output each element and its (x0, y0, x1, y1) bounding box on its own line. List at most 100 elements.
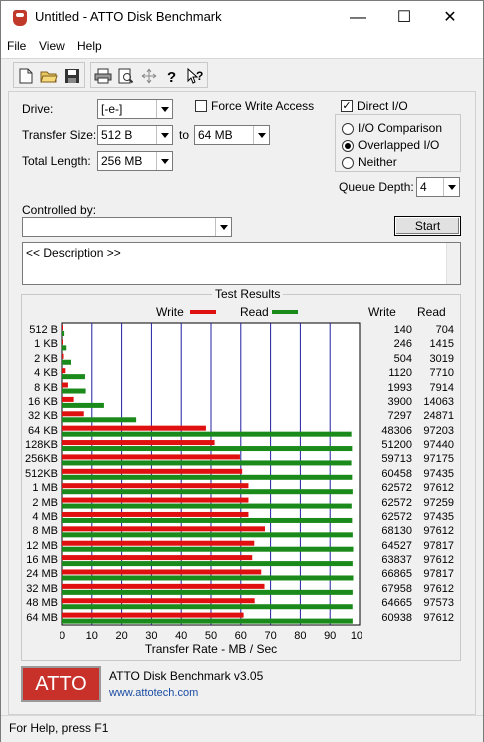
x-tick-label: 90 (324, 630, 336, 642)
read-bar (62, 359, 71, 365)
write-bar (62, 483, 249, 489)
direct-io-label: Direct I/O (357, 99, 408, 113)
status-text: For Help, press F1 (9, 721, 109, 735)
write-bar (62, 382, 68, 388)
read-value: 7710 (429, 367, 454, 380)
x-tick-label: 10 (86, 630, 98, 642)
row-label: 16 KB (28, 395, 58, 408)
transfer-size-to-select[interactable]: 64 MB (194, 125, 270, 145)
read-value: 3019 (429, 352, 454, 365)
description-box[interactable]: << Description >> (22, 242, 461, 285)
new-file-icon[interactable] (15, 65, 37, 86)
help-icon[interactable]: ? (161, 65, 183, 86)
write-bar (62, 612, 244, 618)
read-bar (62, 460, 352, 466)
read-bar (62, 402, 104, 408)
io-comparison-radio[interactable] (342, 123, 354, 135)
menu-help[interactable]: Help (77, 39, 102, 53)
status-bar: For Help, press F1 (1, 715, 483, 742)
product-version: ATTO Disk Benchmark v3.05 (109, 669, 264, 683)
read-bar (62, 589, 353, 595)
title-bar: Untitled - ATTO Disk Benchmark — ☐ ✕ (1, 1, 483, 34)
row-label: 12 MB (26, 539, 58, 552)
write-bar (62, 454, 240, 460)
force-write-checkbox[interactable] (195, 100, 207, 112)
write-bar (62, 353, 64, 359)
read-value: 97573 (423, 597, 454, 610)
transfer-size-label: Transfer Size: (22, 128, 97, 142)
row-label: 64 KB (28, 424, 58, 437)
drive-select[interactable]: [-e-] (97, 99, 173, 119)
menu-view[interactable]: View (39, 39, 65, 53)
overlapped-io-label: Overlapped I/O (358, 138, 440, 152)
io-comparison-label: I/O Comparison (358, 121, 443, 135)
open-folder-icon[interactable] (38, 65, 60, 86)
controlled-by-select[interactable] (22, 217, 232, 237)
row-label: 2 MB (32, 496, 58, 509)
neither-radio[interactable] (342, 157, 354, 169)
to-label: to (179, 128, 190, 142)
results-title: Test Results (212, 287, 284, 301)
read-bar (62, 446, 353, 452)
row-label: 32 KB (28, 410, 58, 423)
read-bar (62, 604, 353, 610)
direct-io-checkbox[interactable]: ✓ (341, 100, 353, 112)
read-bar (62, 431, 352, 437)
read-bar (62, 517, 353, 523)
write-legend-swatch (190, 310, 216, 314)
total-length-select[interactable]: 256 MB (97, 151, 173, 171)
maximize-button[interactable]: ☐ (381, 1, 427, 34)
read-bar (62, 546, 354, 552)
read-value: 1415 (429, 338, 454, 351)
chevron-down-icon (156, 100, 172, 118)
read-value: 97612 (423, 482, 454, 495)
write-bar (62, 368, 66, 374)
x-tick-label: 60 (235, 630, 247, 642)
print-preview-icon[interactable] (115, 65, 137, 86)
toolbar-file-group (13, 62, 85, 88)
print-icon[interactable] (92, 65, 114, 86)
toolbar-tools-group: ? ? (90, 62, 208, 88)
description-scrollbar[interactable] (446, 243, 460, 284)
row-label: 8 KB (34, 381, 58, 394)
transfer-size-from-select[interactable]: 512 B (97, 125, 173, 145)
read-bar (62, 503, 352, 509)
move-icon[interactable] (138, 65, 160, 86)
context-help-icon[interactable]: ? (184, 65, 206, 86)
write-bar (62, 411, 84, 417)
menu-file[interactable]: File (7, 39, 26, 53)
read-value: 97435 (423, 510, 454, 523)
chevron-down-icon (156, 152, 172, 170)
write-bar (62, 569, 262, 575)
read-bar (62, 618, 353, 624)
menu-bar: File View Help (1, 34, 483, 58)
read-bar (62, 417, 137, 423)
test-results-group: Test Results Write Read Write Read 512 B… (21, 287, 461, 661)
read-bar (62, 575, 354, 581)
chevron-down-icon (253, 126, 269, 144)
read-bar (62, 374, 85, 380)
read-column-header: Read (417, 305, 446, 319)
row-label: 128KB (24, 439, 58, 452)
x-tick-label: 50 (205, 630, 217, 642)
minimize-button[interactable]: — (335, 1, 381, 34)
close-button[interactable]: ✕ (427, 1, 473, 34)
x-tick-label: 70 (264, 630, 276, 642)
row-label: 16 MB (26, 554, 58, 567)
x-axis-label: Transfer Rate - MB / Sec (145, 642, 277, 656)
write-column-header: Write (368, 305, 396, 319)
read-bar (62, 331, 65, 336)
read-legend-swatch (272, 310, 298, 314)
save-icon[interactable] (61, 65, 83, 86)
queue-depth-select[interactable]: 4 (416, 177, 460, 197)
main-panel: Drive: [-e-] Force Write Access ✓ Direct… (8, 91, 476, 715)
overlapped-io-radio[interactable] (342, 140, 354, 152)
atto-app-icon (13, 10, 27, 26)
row-label: 8 MB (32, 525, 58, 538)
chevron-down-icon (215, 218, 231, 236)
row-label: 64 MB (26, 611, 58, 624)
write-bar (62, 440, 215, 446)
queue-depth-label: Queue Depth: (339, 180, 414, 194)
website-link[interactable]: www.attotech.com (109, 687, 198, 699)
start-button[interactable]: Start (394, 216, 461, 236)
